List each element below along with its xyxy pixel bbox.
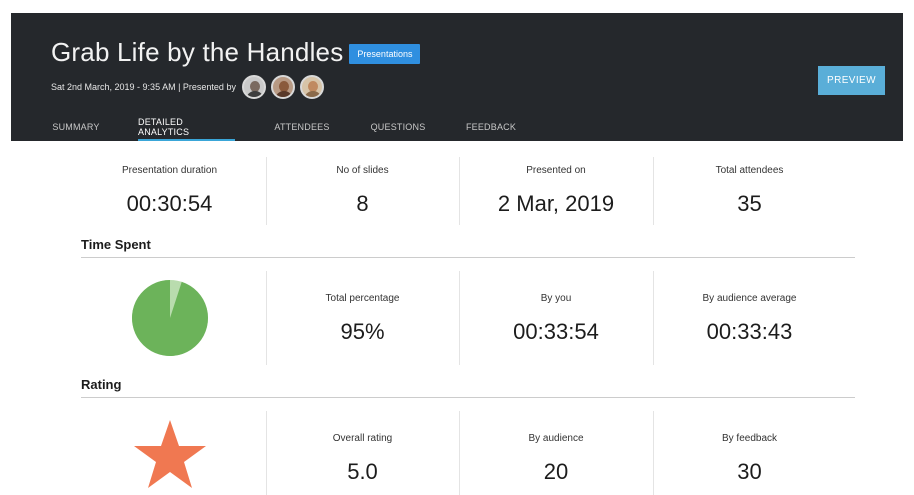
tab-feedback[interactable]: FEEDBACK bbox=[459, 112, 523, 141]
stat-slides: No of slides 8 bbox=[266, 165, 459, 217]
stat-value: 00:33:54 bbox=[513, 319, 599, 344]
presentation-title: Grab Life by the Handles bbox=[51, 37, 344, 67]
stat-value: 5.0 bbox=[347, 459, 378, 484]
presentation-meta: Sat 2nd March, 2019 - 9:35 AM | Presente… bbox=[51, 82, 236, 92]
stat-label: Total percentage bbox=[325, 293, 400, 304]
stat-label: Total attendees bbox=[715, 165, 784, 176]
stat-label: No of slides bbox=[336, 165, 389, 176]
category-badge[interactable]: Presentations bbox=[349, 44, 421, 64]
title-row: Grab Life by the Handles Presentations bbox=[51, 37, 421, 68]
tab-bar: SUMMARY DETAILED ANALYTICS ATTENDEES QUE… bbox=[11, 112, 903, 141]
meta-row: Sat 2nd March, 2019 - 9:35 AM | Presente… bbox=[51, 75, 329, 99]
section-divider bbox=[81, 257, 855, 258]
stat-label: By audience bbox=[528, 433, 584, 444]
section-title-rating: Rating bbox=[81, 377, 122, 392]
stat-by-audience: By audience 20 bbox=[459, 433, 653, 485]
stat-presented-on: Presented on 2 Mar, 2019 bbox=[459, 165, 653, 217]
stat-label: By audience average bbox=[702, 293, 797, 304]
section-title-time-spent: Time Spent bbox=[81, 237, 151, 252]
stat-label: By feedback bbox=[721, 433, 778, 444]
avatar[interactable] bbox=[270, 75, 295, 99]
stat-value: 30 bbox=[737, 459, 762, 484]
stat-label: Presentation duration bbox=[121, 165, 218, 176]
presentation-header: Grab Life by the Handles Presentations S… bbox=[11, 13, 903, 141]
stat-label: By you bbox=[540, 293, 572, 304]
stat-label: Presented on bbox=[526, 165, 586, 176]
stat-label: Overall rating bbox=[332, 433, 393, 444]
presenter-avatars bbox=[241, 75, 329, 99]
tab-attendees[interactable]: ATTENDEES bbox=[269, 112, 335, 141]
stat-value: 8 bbox=[356, 191, 369, 216]
stat-duration: Presentation duration 00:30:54 bbox=[73, 165, 266, 217]
pie-slice bbox=[131, 280, 208, 356]
tab-questions[interactable]: QUESTIONS bbox=[365, 112, 431, 141]
stat-audience-average: By audience average 00:33:43 bbox=[653, 293, 846, 345]
avatar[interactable] bbox=[299, 75, 324, 99]
preview-button[interactable]: PREVIEW bbox=[818, 66, 885, 95]
tab-summary[interactable]: SUMMARY bbox=[39, 112, 113, 141]
tab-detailed-analytics[interactable]: DETAILED ANALYTICS bbox=[138, 112, 235, 141]
stat-by-feedback: By feedback 30 bbox=[653, 433, 846, 485]
stat-value: 00:30:54 bbox=[126, 191, 213, 216]
stat-value: 95% bbox=[340, 319, 385, 344]
section-divider bbox=[81, 397, 855, 398]
stat-value: 35 bbox=[737, 191, 762, 216]
stat-value: 2 Mar, 2019 bbox=[497, 191, 615, 216]
stat-value: 00:33:43 bbox=[706, 319, 793, 344]
stat-value: 20 bbox=[543, 459, 569, 484]
stat-attendees: Total attendees 35 bbox=[653, 165, 846, 217]
star-icon bbox=[134, 420, 206, 488]
time-spent-pie-chart bbox=[131, 280, 208, 356]
stat-total-percentage: Total percentage 95% bbox=[266, 293, 459, 345]
stat-overall-rating: Overall rating 5.0 bbox=[266, 433, 459, 485]
avatar[interactable] bbox=[241, 75, 266, 99]
stat-by-you: By you 00:33:54 bbox=[459, 293, 653, 345]
